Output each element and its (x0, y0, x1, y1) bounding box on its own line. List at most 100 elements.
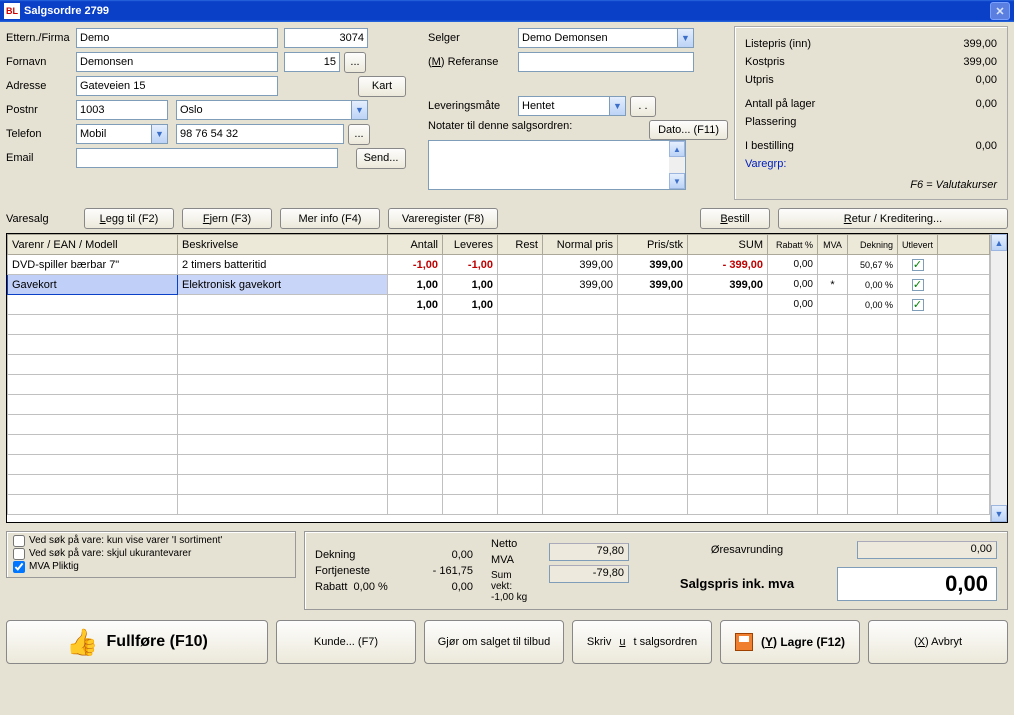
retur-button[interactable]: Retur / Kreditering... (778, 208, 1008, 229)
label-kostpris: Kostpris (745, 53, 785, 71)
custno-input[interactable] (284, 28, 368, 48)
col-mva[interactable]: MVA (818, 235, 848, 255)
opt-sortiment[interactable]: Ved søk på vare: kun vise varer 'I sorti… (13, 534, 289, 547)
label-notater: Notater til denne salgsordren: (428, 120, 572, 132)
avbryt-button[interactable]: (X) Avbryt (868, 620, 1008, 664)
label-etternavn: Ettern./Firma (6, 32, 76, 44)
table-row[interactable] (8, 435, 990, 455)
opt-mvapliktig[interactable]: MVA Pliktig (13, 560, 289, 573)
kunde-button[interactable]: Kunde... (F7) (276, 620, 416, 664)
send-button[interactable]: Send... (356, 148, 406, 169)
close-icon[interactable]: ✕ (990, 2, 1010, 20)
email-input[interactable] (76, 148, 338, 168)
value-dekning: 0,00 (413, 549, 473, 561)
lagre-button[interactable]: (Y) Lagre (F12) (720, 620, 860, 664)
f6-note: F6 = Valutakurser (745, 179, 997, 191)
table-row[interactable] (8, 395, 990, 415)
col-varenr[interactable]: Varenr / EAN / Modell (8, 235, 178, 255)
label-varesalg: Varesalg (6, 213, 76, 225)
col-sum[interactable]: SUM (688, 235, 768, 255)
table-row[interactable] (8, 475, 990, 495)
etternavn-input[interactable] (76, 28, 278, 48)
label-listepris: Listepris (inn) (745, 35, 811, 53)
poststed-select[interactable] (176, 100, 368, 120)
fullfore-button[interactable]: 👍 Fullføre (F10) (6, 620, 268, 664)
table-row[interactable] (8, 335, 990, 355)
scroll-down-icon[interactable]: ▼ (669, 173, 685, 189)
check-icon[interactable]: ✓ (912, 299, 924, 311)
table-row[interactable] (8, 315, 990, 335)
merinfo-button[interactable]: Mer info (F4) (280, 208, 380, 229)
scroll-down-icon[interactable]: ▼ (991, 505, 1007, 522)
scroll-up-icon[interactable]: ▲ (669, 141, 685, 157)
value-rabatt-pct: 0,00 % (354, 581, 388, 593)
check-icon[interactable]: ✓ (912, 259, 924, 271)
col-antall[interactable]: Antall (388, 235, 443, 255)
fornavn-input[interactable] (76, 52, 278, 72)
lines-table[interactable]: Varenr / EAN / Modell Beskrivelse Antall… (7, 234, 990, 515)
vareregister-button[interactable]: Vareregister (F8) (388, 208, 498, 229)
telefon-ellipsis-button[interactable]: ... (348, 124, 370, 145)
selger-select[interactable] (518, 28, 694, 48)
col-leveres[interactable]: Leveres (443, 235, 498, 255)
label-oresavrunding: Øresavrunding (647, 544, 847, 556)
leveringsmate-select[interactable] (518, 96, 626, 116)
label-i-bestilling: I bestilling (745, 137, 794, 155)
col-rabatt[interactable]: Rabatt % (768, 235, 818, 255)
skrivut-button[interactable]: Skriv ut salgsordren (572, 620, 712, 664)
scroll-up-icon[interactable]: ▲ (991, 234, 1007, 251)
table-row[interactable]: GavekortElektronisk gavekort1,001,00399,… (8, 275, 990, 295)
label-dekning: Dekning (315, 549, 395, 561)
adresse-input[interactable] (76, 76, 278, 96)
table-row[interactable]: DVD-spiller bærbar 7"2 timers batteritid… (8, 255, 990, 275)
fornavn-ellipsis-button[interactable]: ... (344, 52, 366, 73)
scrollbar[interactable]: ▲ ▼ (669, 141, 685, 189)
titlebar: BL Salgsordre 2799 ✕ (0, 0, 1014, 22)
value-mva: -79,80 (549, 565, 629, 583)
label-utpris: Utpris (745, 71, 774, 89)
col-normalpris[interactable]: Normal pris (543, 235, 618, 255)
leveringsmate-ellipsis-button[interactable]: . . (630, 96, 656, 117)
label-salgspris: Salgspris ink. mva (647, 576, 827, 591)
col-utlevert[interactable]: Utlevert (898, 235, 938, 255)
label-adresse: Adresse (6, 80, 76, 92)
label-postnr: Postnr (6, 104, 76, 116)
check-icon[interactable]: ✓ (912, 279, 924, 291)
window-title: Salgsordre 2799 (24, 5, 109, 17)
tilbud-button[interactable]: Gjør om salget til tilbud (424, 620, 564, 664)
fjern-button[interactable]: Fjern (F3) (182, 208, 272, 229)
table-scrollbar[interactable]: ▲ ▼ (990, 234, 1007, 522)
col-beskrivelse[interactable]: Beskrivelse (178, 235, 388, 255)
table-row[interactable]: 1,001,000,000,00 %✓ (8, 295, 990, 315)
varegrp-link[interactable]: Varegrp: (745, 155, 786, 173)
col-dekning[interactable]: Dekning (848, 235, 898, 255)
col-rest[interactable]: Rest (498, 235, 543, 255)
bestill-button[interactable]: Bestill (700, 208, 770, 229)
value-i-bestilling: 0,00 (976, 137, 997, 155)
value-listepris: 399,00 (963, 35, 997, 53)
value-rabatt: 0,00 (413, 581, 473, 593)
notes-textarea[interactable]: ▲ ▼ (428, 140, 686, 190)
telefon-input[interactable] (176, 124, 344, 144)
price-info-panel: Listepris (inn)399,00 Kostpris399,00 Utp… (734, 26, 1008, 200)
value-utpris: 0,00 (976, 71, 997, 89)
table-row[interactable] (8, 415, 990, 435)
postnr-input[interactable] (76, 100, 168, 120)
opt-ukurante[interactable]: Ved søk på vare: skjul ukurantevarer (13, 547, 289, 560)
table-row[interactable] (8, 355, 990, 375)
label-netto: Netto (491, 538, 531, 550)
dato-button[interactable]: Dato... (F11) (649, 120, 728, 140)
table-row[interactable] (8, 375, 990, 395)
table-row[interactable] (8, 455, 990, 475)
fornavn-no-input[interactable] (284, 52, 340, 72)
leggtil-button[interactable]: Legg til (F2) (84, 208, 174, 229)
label-mva: MVA (491, 554, 531, 566)
label-selger: Selger (428, 32, 518, 44)
totals-panel: Dekning Fortjeneste Rabatt 0,00 % 0,00 -… (304, 531, 1008, 610)
kart-button[interactable]: Kart (358, 76, 406, 97)
table-row[interactable] (8, 495, 990, 515)
telefon-type-select[interactable] (76, 124, 168, 144)
save-icon (735, 633, 753, 651)
referanse-input[interactable] (518, 52, 694, 72)
col-prisstk[interactable]: Pris/stk (618, 235, 688, 255)
